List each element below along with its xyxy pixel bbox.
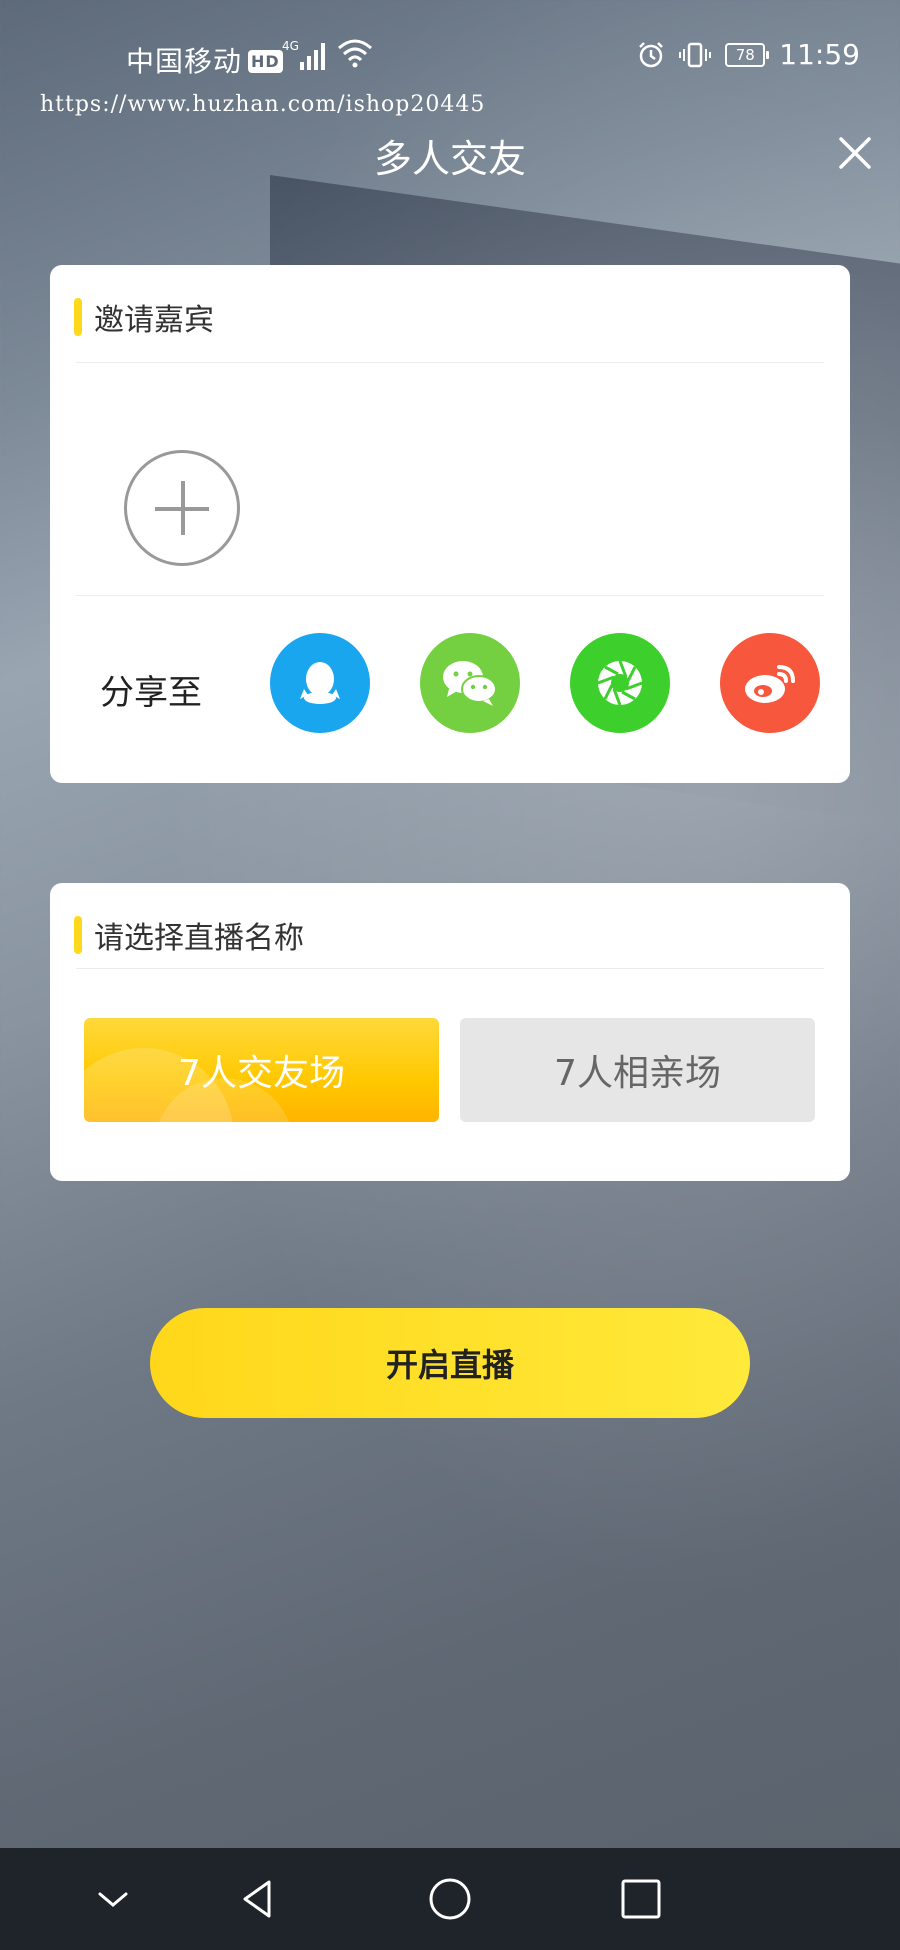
room-option-matchmaking[interactable]: 7人相亲场 bbox=[460, 1018, 815, 1122]
room-name-card: 请选择直播名称 7人交友场 7人相亲场 bbox=[50, 883, 850, 1181]
share-label: 分享至 bbox=[100, 673, 202, 713]
share-qq-button[interactable] bbox=[270, 633, 370, 733]
section-accent-bar bbox=[74, 298, 82, 336]
qq-icon bbox=[300, 662, 340, 704]
add-guest-button[interactable] bbox=[124, 450, 240, 566]
share-wechat-button[interactable] bbox=[420, 633, 520, 733]
nav-collapse-button[interactable] bbox=[88, 1874, 138, 1924]
moments-icon bbox=[597, 660, 643, 706]
network-type: 4G bbox=[282, 39, 299, 53]
battery-icon: 78 bbox=[725, 42, 770, 67]
system-nav-bar bbox=[0, 1848, 900, 1950]
start-live-button[interactable]: 开启直播 bbox=[150, 1308, 750, 1418]
room-option-label: 7人相亲场 bbox=[554, 1053, 721, 1094]
clock: 11:59 bbox=[779, 38, 860, 71]
page-title: 多人交友 bbox=[373, 137, 526, 181]
section-title: 邀请嘉宾 bbox=[94, 303, 214, 338]
divider bbox=[76, 362, 824, 363]
nav-recents-button[interactable] bbox=[616, 1874, 666, 1924]
hd-badge: HD bbox=[248, 50, 283, 73]
close-icon bbox=[839, 137, 871, 169]
system-indicators: 78 11:59 bbox=[637, 38, 860, 71]
share-moments-button[interactable] bbox=[570, 633, 670, 733]
section-title: 请选择直播名称 bbox=[94, 921, 304, 956]
nav-back-button[interactable] bbox=[233, 1874, 283, 1924]
room-option-label: 7人交友场 bbox=[178, 1053, 345, 1094]
section-header: 邀请嘉宾 bbox=[74, 295, 214, 339]
signal-icon: 4G bbox=[282, 38, 332, 78]
vibrate-icon bbox=[679, 42, 712, 67]
room-option-dating[interactable]: 7人交友场 bbox=[84, 1018, 439, 1122]
divider bbox=[76, 968, 824, 969]
watermark-url: https://www.huzhan.com/ishop20445 bbox=[40, 92, 486, 117]
share-weibo-button[interactable] bbox=[720, 633, 820, 733]
nav-home-button[interactable] bbox=[425, 1874, 475, 1924]
alarm-icon bbox=[639, 41, 664, 67]
divider bbox=[76, 595, 824, 596]
close-button[interactable] bbox=[832, 130, 878, 176]
section-accent-bar bbox=[74, 916, 82, 954]
section-header: 请选择直播名称 bbox=[74, 913, 304, 957]
invite-guests-card: 邀请嘉宾 分享至 bbox=[50, 265, 850, 783]
carrier-name: 中国移动 HD bbox=[126, 40, 283, 80]
wifi-icon bbox=[337, 38, 373, 72]
weibo-icon bbox=[745, 665, 795, 703]
wechat-icon bbox=[443, 661, 497, 706]
